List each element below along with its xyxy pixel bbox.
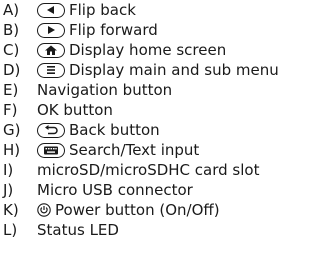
item-text: Display home screen xyxy=(69,41,227,59)
item-text: Search/Text input xyxy=(69,141,200,159)
legend-item-card-slot: I) microSD/microSDHC card slot xyxy=(3,160,259,180)
item-text: Flip back xyxy=(69,1,136,19)
item-letter: A) xyxy=(3,1,20,19)
legend-item-home: C) Display home screen xyxy=(3,40,226,60)
home-icon xyxy=(37,42,65,58)
keyboard-icon xyxy=(37,142,65,158)
flip-forward-icon xyxy=(37,22,65,38)
legend-item-flip-forward: B) Flip forward xyxy=(3,20,158,40)
legend-item-navigation: E) Navigation button xyxy=(3,80,172,100)
item-text: Flip forward xyxy=(69,21,158,39)
legend-item-usb: J) Micro USB connector xyxy=(3,180,193,200)
item-text: Navigation button xyxy=(37,81,173,99)
item-letter: E) xyxy=(3,81,19,99)
item-text: Power button (On/Off) xyxy=(55,201,220,219)
item-text: microSD/microSDHC card slot xyxy=(37,161,260,179)
item-letter: F) xyxy=(3,101,18,119)
menu-icon xyxy=(37,62,65,78)
item-letter: G) xyxy=(3,121,21,139)
legend-item-menu: D) Display main and sub menu xyxy=(3,60,279,80)
item-text: Back button xyxy=(69,121,160,139)
item-letter: L) xyxy=(3,221,18,239)
flip-back-icon xyxy=(37,2,65,18)
item-text: Micro USB connector xyxy=(37,181,193,199)
item-text: Status LED xyxy=(37,221,119,239)
back-arrow-icon xyxy=(37,122,65,138)
legend-item-status-led: L) Status LED xyxy=(3,220,119,240)
legend-item-power: K) Power button (On/Off) xyxy=(3,200,220,220)
legend-item-flip-back: A) Flip back xyxy=(3,0,136,20)
legend-item-ok: F) OK button xyxy=(3,100,113,120)
item-letter: K) xyxy=(3,201,19,219)
legend-item-back: G) Back button xyxy=(3,120,160,140)
item-letter: I) xyxy=(3,161,14,179)
item-letter: H) xyxy=(3,141,21,159)
item-letter: J) xyxy=(3,181,14,199)
item-letter: C) xyxy=(3,41,20,59)
power-icon xyxy=(37,203,51,217)
item-text: Display main and sub menu xyxy=(69,61,279,79)
item-letter: B) xyxy=(3,21,20,39)
item-text: OK button xyxy=(37,101,113,119)
button-legend-list: A) Flip back B) Flip forward C) Display … xyxy=(0,0,322,262)
item-letter: D) xyxy=(3,61,21,79)
legend-item-search: H) Search/Text input xyxy=(3,140,199,160)
